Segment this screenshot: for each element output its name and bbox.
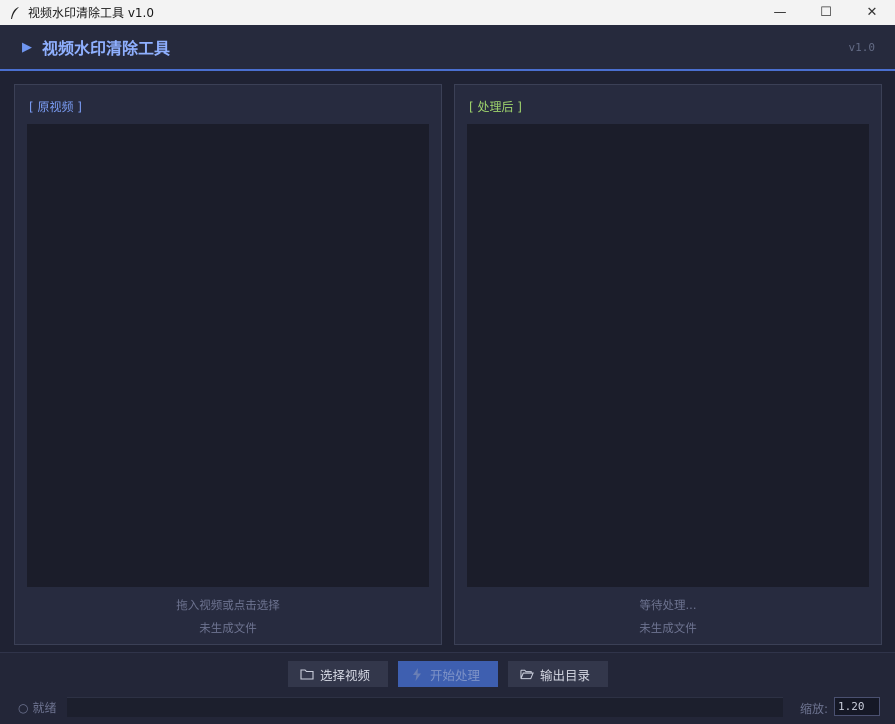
app-title: 视频水印清除工具 [42,39,171,58]
maximize-button[interactable]: ☐ [803,0,849,25]
start-processing-label: 开始处理 [430,668,481,683]
zoom-input[interactable] [834,697,880,716]
status-text: 就绪 [32,701,57,715]
output-dir-button[interactable]: 输出目录 [508,661,608,687]
select-video-button[interactable]: 选择视频 [288,661,388,687]
original-video-dropzone[interactable] [27,124,429,587]
version-label: v1.0 [848,40,876,54]
zoom-label: 缩放: [800,702,829,716]
output-dir-label: 输出目录 [540,668,591,683]
window-titlebar: 视频水印清除工具 v1.0 — ☐ ✕ [0,0,895,25]
status-dot-icon: ○ [18,700,29,715]
processed-panel-title: [ 处理后 ] [469,100,522,114]
window-title: 视频水印清除工具 v1.0 [28,6,155,20]
original-drop-hint: 拖入视频或点击选择 [176,598,280,612]
feather-icon [8,6,22,20]
processed-wait-hint: 等待处理... [639,598,697,612]
original-panel-title: [ 原视频 ] [29,100,82,114]
select-video-label: 选择视频 [320,668,371,683]
original-video-panel: [ 原视频 ] 拖入视频或点击选择 未生成文件 [14,84,442,645]
lightning-icon [410,667,424,681]
original-file-status: 未生成文件 [199,621,257,635]
processed-file-status: 未生成文件 [639,621,697,635]
minimize-button[interactable]: — [757,0,803,25]
progress-bar [67,697,783,717]
processed-video-panel: [ 处理后 ] 等待处理... 未生成文件 [454,84,882,645]
play-icon: ▶ [22,39,32,55]
bottom-toolbar: 选择视频 开始处理 输出目录 ○ 就绪 缩放: [0,652,895,724]
processed-video-preview [467,124,869,587]
close-button[interactable]: ✕ [849,0,895,25]
status-indicator: ○ 就绪 [18,699,57,716]
folder-icon [300,667,314,681]
folder-open-icon [520,667,534,681]
start-processing-button[interactable]: 开始处理 [398,661,498,687]
app-header: ▶ 视频水印清除工具 v1.0 [0,25,895,71]
